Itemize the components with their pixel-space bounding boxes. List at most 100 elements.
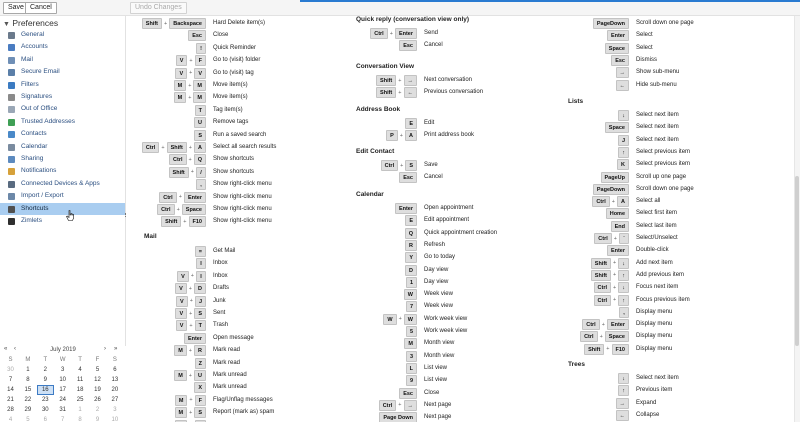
shortcut-keys: J bbox=[128, 134, 629, 146]
sidebar-item-shortcuts[interactable]: Shortcuts bbox=[0, 202, 125, 215]
shortcut-row: ↓ Select next item bbox=[128, 373, 788, 384]
sidebar-item-contacts[interactable]: Contacts bbox=[0, 128, 125, 140]
key-cap: Ctrl bbox=[593, 294, 612, 306]
shortcut-keys: Space bbox=[128, 42, 629, 54]
shortcut-keys: Shift + F10 bbox=[128, 343, 629, 355]
vertical-scrollbar[interactable] bbox=[794, 16, 800, 422]
calendar-day[interactable]: 8 bbox=[19, 375, 36, 385]
calendar-day[interactable]: 31 bbox=[54, 405, 71, 415]
sidebar-item-label: Zimlets bbox=[21, 217, 42, 224]
calendar-icon bbox=[8, 143, 15, 151]
shortcut-description: Select last item bbox=[636, 222, 677, 229]
shortcut-keys: PageUp bbox=[128, 171, 629, 183]
shortcut-description: Display menu bbox=[636, 308, 673, 315]
sidebar-item-connected-devices-apps[interactable]: Connected Devices & Apps bbox=[0, 178, 125, 190]
calendar-day[interactable]: 9 bbox=[89, 415, 106, 425]
shortcut-row: PageUp Scroll up one page bbox=[128, 171, 788, 183]
undo-changes-button[interactable]: Undo Changes bbox=[130, 2, 187, 14]
sidebar-item-secure-email[interactable]: Secure Email bbox=[0, 66, 125, 78]
sidebar-item-filters[interactable]: Filters bbox=[0, 79, 125, 91]
calendar-day[interactable]: 28 bbox=[2, 405, 19, 415]
next-month-button[interactable]: › bbox=[104, 346, 106, 352]
sidebar-item-general[interactable]: General bbox=[0, 29, 125, 41]
calendar-day[interactable]: 7 bbox=[2, 375, 19, 385]
collapse-triangle-icon[interactable]: ▼ bbox=[3, 21, 10, 28]
calendar-day[interactable]: 9 bbox=[37, 375, 54, 385]
calendar-day[interactable]: 6 bbox=[37, 415, 54, 425]
cancel-button[interactable]: Cancel bbox=[25, 2, 57, 14]
sidebar-item-out-of-office[interactable]: Out of Office bbox=[0, 103, 125, 115]
calendar-day[interactable]: 25 bbox=[72, 395, 89, 405]
shortcut-description: Select all bbox=[636, 198, 661, 205]
shortcut-keys: ↑ bbox=[128, 146, 629, 158]
sidebar-item-calendar[interactable]: Calendar bbox=[0, 141, 125, 153]
calendar-day[interactable]: 12 bbox=[89, 375, 106, 385]
calendar-day[interactable]: 24 bbox=[54, 395, 71, 405]
key-cap: PageDown bbox=[592, 18, 629, 29]
calendar-day[interactable]: 4 bbox=[2, 415, 19, 425]
sidebar-item-signatures[interactable]: Signatures bbox=[0, 91, 125, 103]
shortcut-description: Select next item bbox=[636, 136, 679, 143]
calendar-day[interactable]: 30 bbox=[37, 405, 54, 415]
accounts-icon bbox=[8, 44, 15, 52]
scrollbar-thumb[interactable] bbox=[795, 176, 799, 346]
sidebar-item-sharing[interactable]: Sharing bbox=[0, 153, 125, 165]
preferences-heading[interactable]: ▼ Preferences bbox=[3, 18, 58, 28]
calendar-day[interactable]: 6 bbox=[106, 365, 123, 375]
calendar-day[interactable]: 23 bbox=[37, 395, 54, 405]
calendar-day[interactable]: 19 bbox=[89, 385, 106, 395]
shortcut-keys: ↑ bbox=[128, 385, 629, 397]
calendar-day[interactable]: 18 bbox=[72, 385, 89, 395]
sidebar-item-label: Sharing bbox=[21, 155, 44, 162]
calendar-day[interactable]: 21 bbox=[2, 395, 19, 405]
key-cap: Esc bbox=[611, 54, 629, 66]
sharing-icon bbox=[8, 156, 15, 163]
calendar-day[interactable]: 10 bbox=[54, 375, 71, 385]
preferences-heading-label: Preferences bbox=[12, 18, 59, 28]
calendar-day[interactable]: 1 bbox=[72, 405, 89, 415]
calendar-day[interactable]: 3 bbox=[106, 405, 123, 415]
shortcut-row: J Select next item bbox=[128, 134, 788, 146]
calendar-day[interactable]: 26 bbox=[89, 395, 106, 405]
calendar-day[interactable]: 29 bbox=[19, 405, 36, 415]
sidebar-item-zimlets[interactable]: Zimlets bbox=[0, 215, 125, 227]
key-cap: ↓ bbox=[618, 373, 629, 384]
calendar-day[interactable]: 27 bbox=[106, 395, 123, 405]
calendar-day[interactable]: 22 bbox=[19, 395, 36, 405]
calendar-day[interactable]: 4 bbox=[72, 365, 89, 375]
calendar-day[interactable]: 11 bbox=[72, 375, 89, 385]
calendar-dow-label: S bbox=[8, 357, 13, 363]
calendar-day[interactable]: 1 bbox=[19, 365, 36, 375]
sidebar-item-import-export[interactable]: Import / Export bbox=[0, 190, 125, 202]
sidebar-item-mail[interactable]: Mail bbox=[0, 54, 125, 66]
calendar-day[interactable]: 15 bbox=[19, 385, 36, 395]
key-cap: Ctrl bbox=[593, 282, 612, 294]
calendar-day[interactable]: 16 bbox=[36, 385, 54, 395]
sidebar-item-accounts[interactable]: Accounts bbox=[0, 41, 125, 53]
section-title: Trees bbox=[568, 361, 585, 368]
calendar-day[interactable]: 3 bbox=[54, 365, 71, 375]
calendar-day[interactable]: 8 bbox=[72, 415, 89, 425]
shield-icon bbox=[8, 118, 15, 126]
shortcut-row: Space Select next item bbox=[128, 122, 788, 134]
calendar-day[interactable]: 5 bbox=[89, 365, 106, 375]
sidebar-item-notifications[interactable]: Notifications bbox=[0, 165, 125, 177]
shortcut-description: Scroll down one page bbox=[636, 185, 694, 192]
calendar-day[interactable]: 5 bbox=[19, 415, 36, 425]
calendar-day[interactable]: 2 bbox=[37, 365, 54, 375]
calendar-day[interactable]: 7 bbox=[54, 415, 71, 425]
key-plus-separator: + bbox=[601, 321, 605, 328]
calendar-day[interactable]: 30 bbox=[2, 365, 19, 375]
calendar-day[interactable]: 2 bbox=[89, 405, 106, 415]
splitter-grip-icon[interactable] bbox=[125, 213, 127, 217]
shortcut-keys: End bbox=[128, 220, 629, 232]
sidebar-item-trusted-addresses[interactable]: Trusted Addresses bbox=[0, 116, 125, 128]
calendar-day[interactable]: 10 bbox=[106, 415, 123, 425]
next-year-button[interactable]: » bbox=[114, 346, 117, 352]
calendar-day[interactable]: 14 bbox=[2, 385, 19, 395]
calendar-day[interactable]: 17 bbox=[54, 385, 71, 395]
sidebar-item-label: Connected Devices & Apps bbox=[21, 179, 100, 187]
key-cap: Ctrl bbox=[592, 196, 610, 208]
calendar-day[interactable]: 20 bbox=[106, 385, 123, 395]
calendar-day[interactable]: 13 bbox=[106, 375, 123, 385]
